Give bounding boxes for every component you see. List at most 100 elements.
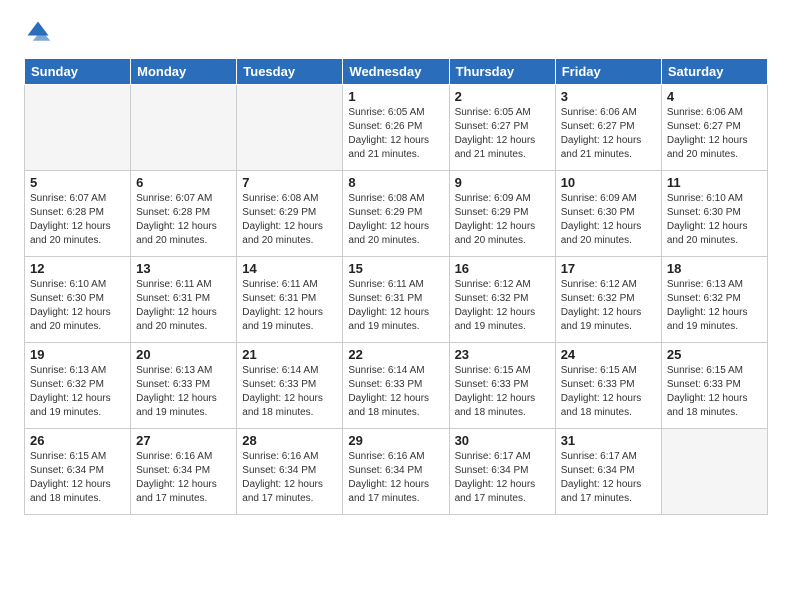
day-number: 27 [136, 433, 231, 448]
calendar-cell: 19 Sunrise: 6:13 AM Sunset: 6:32 PM Dayli… [25, 343, 131, 429]
day-number: 12 [30, 261, 125, 276]
day-info: Sunrise: 6:10 AM Sunset: 6:30 PM Dayligh… [667, 192, 762, 248]
calendar-cell [661, 429, 767, 515]
week-row-0: 1Sunrise: 6:05 AM Sunset: 6:26 PM Daylig… [25, 85, 768, 171]
day-info: Sunrise: 6:10 AM Sunset: 6:30 PM Dayligh… [30, 278, 125, 334]
day-number: 21 [242, 347, 337, 362]
day-info: Sunrise: 6:05 AM Sunset: 6:27 PM Dayligh… [455, 106, 550, 162]
day-info: Sunrise: 6:15 AM Sunset: 6:34 PM Dayligh… [30, 450, 125, 506]
calendar-cell: 15Sunrise: 6:11 AM Sunset: 6:31 PM Dayli… [343, 257, 449, 343]
day-info: Sunrise: 6:15 AM Sunset: 6:33 PM Dayligh… [667, 364, 762, 420]
calendar-header-row: SundayMondayTuesdayWednesdayThursdayFrid… [25, 59, 768, 85]
calendar: SundayMondayTuesdayWednesdayThursdayFrid… [24, 58, 768, 515]
day-number: 26 [30, 433, 125, 448]
day-info: Sunrise: 6:08 AM Sunset: 6:29 PM Dayligh… [242, 192, 337, 248]
calendar-cell: 20 Sunrise: 6:13 AM Sunset: 6:33 PM Dayli… [131, 343, 237, 429]
day-number: 10 [561, 175, 656, 190]
day-info: Sunrise: 6:13 AM Sunset: 6:32 PM Dayligh… [667, 278, 762, 334]
calendar-cell: 1Sunrise: 6:05 AM Sunset: 6:26 PM Daylig… [343, 85, 449, 171]
calendar-cell: 7Sunrise: 6:08 AM Sunset: 6:29 PM Daylig… [237, 171, 343, 257]
day-number: 4 [667, 89, 762, 104]
day-number: 17 [561, 261, 656, 276]
page: SundayMondayTuesdayWednesdayThursdayFrid… [0, 0, 792, 612]
calendar-cell: 31 Sunrise: 6:17 AM Sunset: 6:34 PM Dayli… [555, 429, 661, 515]
day-number: 19 [30, 347, 125, 362]
calendar-cell [237, 85, 343, 171]
day-info: Sunrise: 6:11 AM Sunset: 6:31 PM Dayligh… [136, 278, 231, 334]
day-number: 11 [667, 175, 762, 190]
day-info: Sunrise: 6:09 AM Sunset: 6:29 PM Dayligh… [455, 192, 550, 248]
day-info: Sunrise: 6:08 AM Sunset: 6:29 PM Dayligh… [348, 192, 443, 248]
calendar-cell: 2 Sunrise: 6:05 AM Sunset: 6:27 PM Daylig… [449, 85, 555, 171]
calendar-cell: 18 Sunrise: 6:13 AM Sunset: 6:32 PM Dayli… [661, 257, 767, 343]
day-info: Sunrise: 6:13 AM Sunset: 6:32 PM Dayligh… [30, 364, 125, 420]
day-number: 30 [455, 433, 550, 448]
day-header-monday: Monday [131, 59, 237, 85]
week-row-3: 19 Sunrise: 6:13 AM Sunset: 6:32 PM Dayli… [25, 343, 768, 429]
day-header-sunday: Sunday [25, 59, 131, 85]
day-info: Sunrise: 6:12 AM Sunset: 6:32 PM Dayligh… [561, 278, 656, 334]
calendar-cell: 6Sunrise: 6:07 AM Sunset: 6:28 PM Daylig… [131, 171, 237, 257]
calendar-cell: 24 Sunrise: 6:15 AM Sunset: 6:33 PM Dayli… [555, 343, 661, 429]
week-row-2: 12 Sunrise: 6:10 AM Sunset: 6:30 PM Dayli… [25, 257, 768, 343]
day-number: 18 [667, 261, 762, 276]
day-info: Sunrise: 6:17 AM Sunset: 6:34 PM Dayligh… [455, 450, 550, 506]
calendar-cell: 14 Sunrise: 6:11 AM Sunset: 6:31 PM Dayli… [237, 257, 343, 343]
calendar-body: 1Sunrise: 6:05 AM Sunset: 6:26 PM Daylig… [25, 85, 768, 515]
day-number: 25 [667, 347, 762, 362]
logo [24, 18, 56, 46]
day-number: 31 [561, 433, 656, 448]
day-number: 14 [242, 261, 337, 276]
calendar-cell: 9 Sunrise: 6:09 AM Sunset: 6:29 PM Daylig… [449, 171, 555, 257]
day-info: Sunrise: 6:06 AM Sunset: 6:27 PM Dayligh… [561, 106, 656, 162]
day-info: Sunrise: 6:15 AM Sunset: 6:33 PM Dayligh… [455, 364, 550, 420]
day-number: 24 [561, 347, 656, 362]
header [24, 18, 768, 46]
day-info: Sunrise: 6:16 AM Sunset: 6:34 PM Dayligh… [242, 450, 337, 506]
calendar-cell: 5Sunrise: 6:07 AM Sunset: 6:28 PM Daylig… [25, 171, 131, 257]
calendar-cell [131, 85, 237, 171]
day-header-friday: Friday [555, 59, 661, 85]
calendar-cell: 10 Sunrise: 6:09 AM Sunset: 6:30 PM Dayli… [555, 171, 661, 257]
calendar-cell: 28 Sunrise: 6:16 AM Sunset: 6:34 PM Dayli… [237, 429, 343, 515]
day-header-wednesday: Wednesday [343, 59, 449, 85]
day-info: Sunrise: 6:09 AM Sunset: 6:30 PM Dayligh… [561, 192, 656, 248]
day-header-tuesday: Tuesday [237, 59, 343, 85]
day-info: Sunrise: 6:16 AM Sunset: 6:34 PM Dayligh… [348, 450, 443, 506]
calendar-cell: 23Sunrise: 6:15 AM Sunset: 6:33 PM Dayli… [449, 343, 555, 429]
day-number: 3 [561, 89, 656, 104]
day-number: 1 [348, 89, 443, 104]
calendar-cell: 22Sunrise: 6:14 AM Sunset: 6:33 PM Dayli… [343, 343, 449, 429]
calendar-cell [25, 85, 131, 171]
day-number: 15 [348, 261, 443, 276]
calendar-cell: 21Sunrise: 6:14 AM Sunset: 6:33 PM Dayli… [237, 343, 343, 429]
day-number: 2 [455, 89, 550, 104]
calendar-cell: 3 Sunrise: 6:06 AM Sunset: 6:27 PM Daylig… [555, 85, 661, 171]
calendar-cell: 4 Sunrise: 6:06 AM Sunset: 6:27 PM Daylig… [661, 85, 767, 171]
day-info: Sunrise: 6:06 AM Sunset: 6:27 PM Dayligh… [667, 106, 762, 162]
day-number: 28 [242, 433, 337, 448]
day-number: 16 [455, 261, 550, 276]
day-info: Sunrise: 6:17 AM Sunset: 6:34 PM Dayligh… [561, 450, 656, 506]
day-info: Sunrise: 6:13 AM Sunset: 6:33 PM Dayligh… [136, 364, 231, 420]
day-header-saturday: Saturday [661, 59, 767, 85]
calendar-cell: 12 Sunrise: 6:10 AM Sunset: 6:30 PM Dayli… [25, 257, 131, 343]
calendar-cell: 30 Sunrise: 6:17 AM Sunset: 6:34 PM Dayli… [449, 429, 555, 515]
day-header-thursday: Thursday [449, 59, 555, 85]
day-info: Sunrise: 6:07 AM Sunset: 6:28 PM Dayligh… [136, 192, 231, 248]
calendar-cell: 8 Sunrise: 6:08 AM Sunset: 6:29 PM Daylig… [343, 171, 449, 257]
day-info: Sunrise: 6:11 AM Sunset: 6:31 PM Dayligh… [242, 278, 337, 334]
day-number: 22 [348, 347, 443, 362]
logo-icon [24, 18, 52, 46]
day-number: 20 [136, 347, 231, 362]
day-number: 8 [348, 175, 443, 190]
day-info: Sunrise: 6:16 AM Sunset: 6:34 PM Dayligh… [136, 450, 231, 506]
calendar-cell: 29 Sunrise: 6:16 AM Sunset: 6:34 PM Dayli… [343, 429, 449, 515]
calendar-cell: 27 Sunrise: 6:16 AM Sunset: 6:34 PM Dayli… [131, 429, 237, 515]
day-number: 29 [348, 433, 443, 448]
calendar-cell: 11 Sunrise: 6:10 AM Sunset: 6:30 PM Dayli… [661, 171, 767, 257]
day-info: Sunrise: 6:15 AM Sunset: 6:33 PM Dayligh… [561, 364, 656, 420]
day-number: 9 [455, 175, 550, 190]
week-row-1: 5Sunrise: 6:07 AM Sunset: 6:28 PM Daylig… [25, 171, 768, 257]
week-row-4: 26 Sunrise: 6:15 AM Sunset: 6:34 PM Dayli… [25, 429, 768, 515]
